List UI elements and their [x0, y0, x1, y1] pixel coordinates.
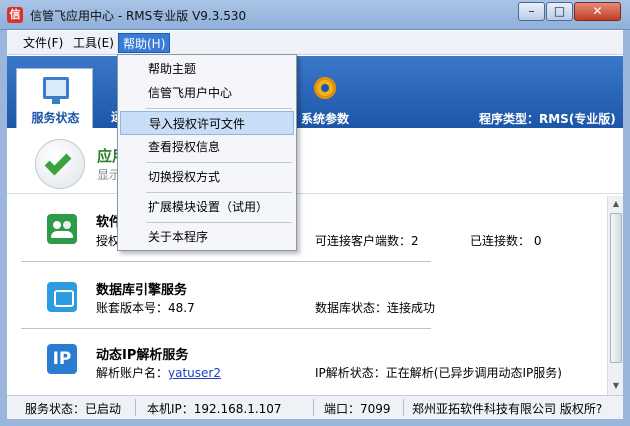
statusbar-port: 端口：7099: [324, 402, 391, 416]
menu-file[interactable]: 文件(F): [19, 33, 67, 53]
menu-item-help-topics[interactable]: 帮助主题: [120, 57, 294, 81]
menu-separator: [146, 108, 292, 109]
help-dropdown-menu: 帮助主题 信管飞用户中心 导入授权许可文件 查看授权信息 切换授权方式 扩展模块…: [117, 54, 297, 251]
tab-service-status-label: 服务状态: [31, 111, 80, 125]
close-button[interactable]: ✕: [574, 2, 621, 21]
vertical-scrollbar[interactable]: ▲ ▼: [607, 196, 623, 395]
scroll-up-icon[interactable]: ▲: [609, 197, 623, 211]
service-ip-account-label: 解析账户名：: [96, 366, 169, 380]
statusbar-service-state: 服务状态：已启动: [25, 402, 122, 416]
service-name-database: 数据库引擎服务: [96, 283, 188, 298]
tab-system-params[interactable]: 系统参数: [301, 110, 349, 127]
statusbar-divider: [135, 399, 136, 416]
menu-item-import-license[interactable]: 导入授权许可文件: [120, 111, 294, 135]
check-mark-icon: [44, 148, 72, 176]
ip-account-link[interactable]: yatuser2: [168, 366, 221, 380]
menu-item-switch-license[interactable]: 切换授权方式: [120, 165, 294, 189]
tab-service-status[interactable]: 服务状态: [16, 68, 93, 128]
scroll-thumb[interactable]: [610, 213, 622, 363]
service-software-clients: 可连接客户端数：2: [315, 234, 419, 248]
menu-tools[interactable]: 工具(E): [69, 33, 118, 53]
monitor-icon: [43, 77, 69, 104]
minimize-button[interactable]: –: [518, 2, 545, 21]
status-bar: 服务状态：已启动 本机IP：192.168.1.107 端口：7099 郑州亚拓…: [7, 395, 623, 419]
statusbar-copyright: 郑州亚拓软件科技有限公司 版权所?: [412, 402, 603, 416]
service-name-dynamic-ip: 动态IP解析服务: [96, 348, 189, 363]
service-ip-status: IP解析状态：正在解析(已异步调用动态IP服务): [315, 366, 562, 380]
program-type-label: 程序类型：RMS(专业版): [479, 112, 616, 126]
status-banner: 应用 显示: [7, 128, 623, 194]
statusbar-divider: [313, 399, 314, 416]
divider: [21, 328, 431, 329]
divider: [21, 261, 431, 262]
menu-item-user-center[interactable]: 信管飞用户中心: [120, 81, 294, 105]
main-toolbar: 服务状态 运 系统参数 程序类型：RMS(专业版): [7, 56, 623, 128]
service-list: 软件 授权 可连接客户端数：2 已连接数： 0 数据库引擎服务 账套版本号：48…: [7, 196, 607, 395]
menu-item-about[interactable]: 关于本程序: [120, 225, 294, 249]
menu-item-view-license[interactable]: 查看授权信息: [120, 135, 294, 159]
window-frame-left: [0, 30, 7, 426]
app-logo-icon: 信: [7, 7, 23, 23]
maximize-button[interactable]: □: [546, 2, 573, 21]
service-db-version: 账套版本号：48.7: [96, 301, 195, 315]
menu-separator: [146, 192, 292, 193]
check-circle-icon: [35, 139, 85, 189]
users-icon: [47, 214, 77, 244]
menu-separator: [146, 222, 292, 223]
service-software-connected: 已连接数： 0: [470, 234, 542, 248]
window-frame-bottom: [0, 419, 630, 426]
scroll-down-icon[interactable]: ▼: [609, 379, 623, 393]
window-frame-right: [623, 30, 630, 426]
menu-bar: 文件(F) 工具(E) 帮助(H): [7, 31, 623, 55]
window-title: 信管飞应用中心 - RMS专业版 V9.3.530: [30, 9, 247, 23]
title-bar[interactable]: 信 信管飞应用中心 - RMS专业版 V9.3.530 – □ ✕: [0, 0, 630, 30]
statusbar-divider: [403, 399, 404, 416]
menu-item-extension-settings[interactable]: 扩展模块设置（试用）: [120, 195, 294, 219]
ip-icon: IP: [47, 344, 77, 374]
menu-help[interactable]: 帮助(H): [118, 33, 171, 53]
statusbar-local-ip: 本机IP：192.168.1.107: [147, 402, 282, 416]
gear-icon[interactable]: [314, 77, 336, 99]
service-db-status: 数据库状态：连接成功: [315, 301, 436, 315]
menu-separator: [146, 162, 292, 163]
service-ip-account: 解析账户名：yatuser2: [96, 364, 221, 381]
database-icon: [47, 282, 77, 312]
